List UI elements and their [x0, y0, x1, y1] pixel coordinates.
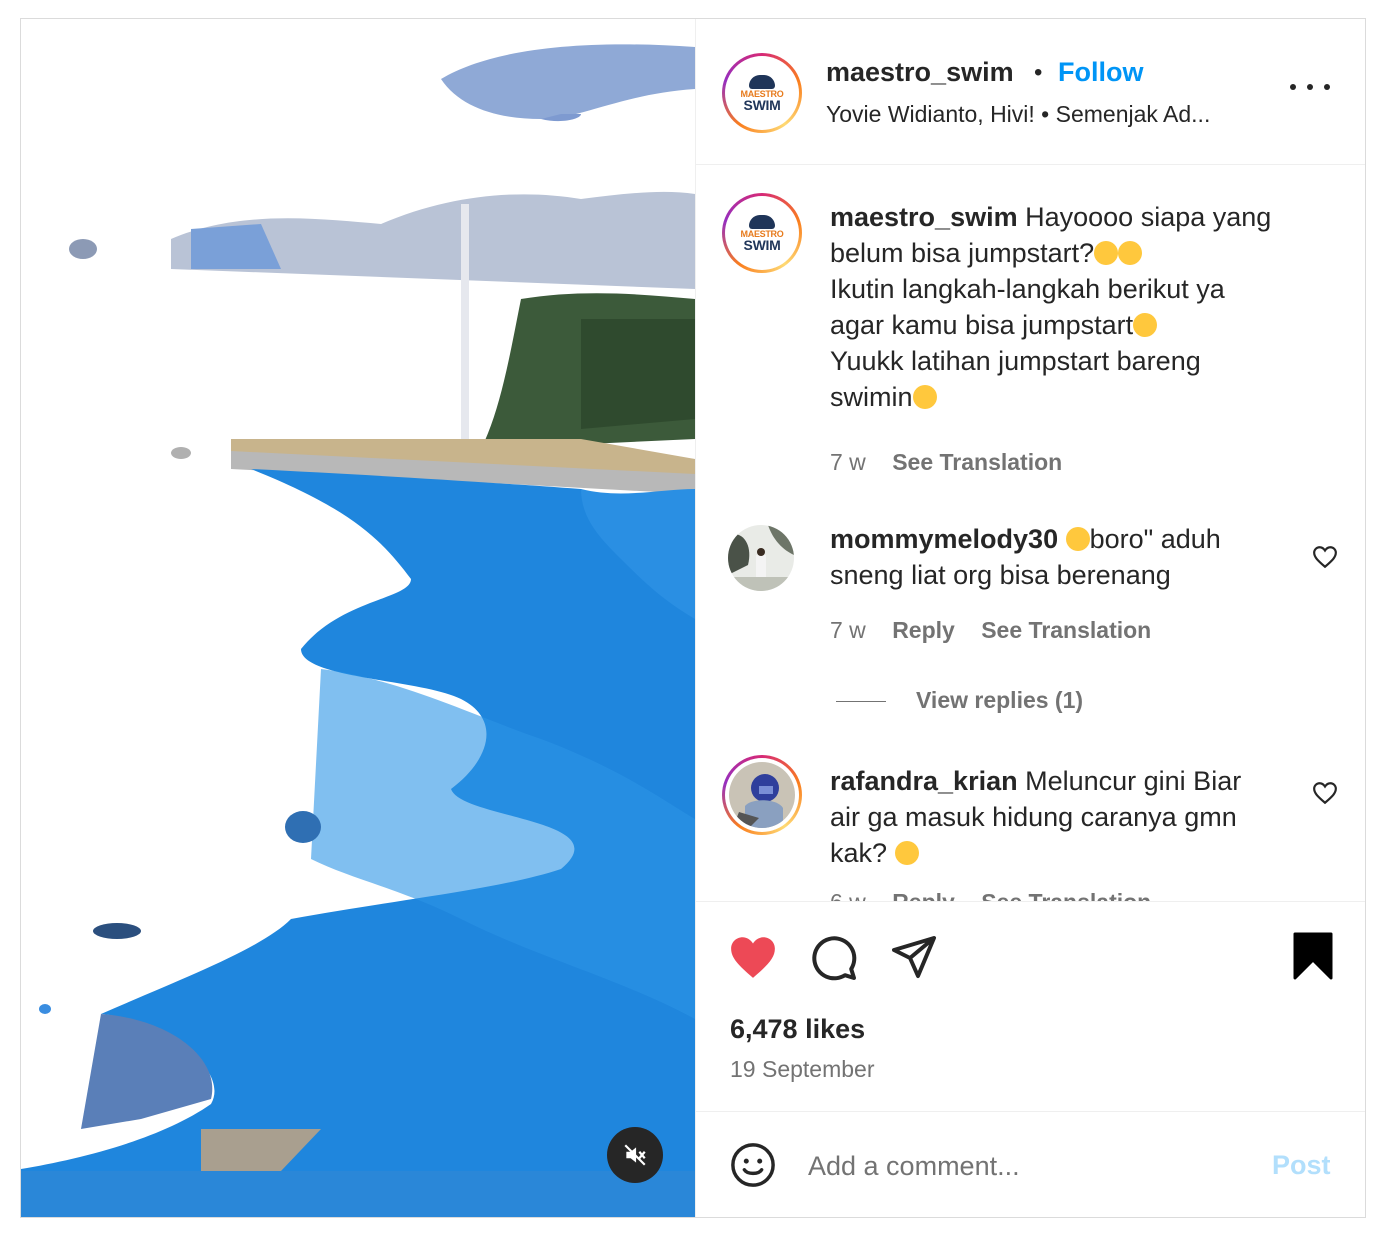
kissing-emoji-icon [1133, 313, 1158, 337]
comments-list[interactable]: MAESTRO SWIM maestro_swim Hayoooo siapa … [696, 165, 1365, 901]
see-translation-link[interactable]: See Translation [892, 449, 1062, 475]
post-actions: 6,478 likes 19 September [696, 901, 1365, 1111]
see-translation-link[interactable]: See Translation [981, 617, 1151, 643]
likes-count[interactable]: 6,478 likes [730, 1014, 865, 1045]
maestro-swim-logo: MAESTRO SWIM [729, 60, 795, 126]
post-comment-button[interactable]: Post [1272, 1150, 1331, 1181]
follow-button[interactable]: Follow [1058, 57, 1143, 88]
comment-meta: 6 w Reply See Translation [830, 889, 1171, 901]
comment-text: rafandra_krian Meluncur gini Biar air ga… [830, 766, 1242, 868]
caption-timestamp: 7 w [830, 449, 866, 475]
caption-author-avatar[interactable]: MAESTRO SWIM [722, 193, 802, 273]
commenter-avatar[interactable] [728, 525, 794, 591]
see-translation-link[interactable]: See Translation [981, 889, 1151, 901]
post-video[interactable] [21, 19, 695, 1217]
comment-icon[interactable] [810, 934, 858, 982]
weary-face-emoji-icon [894, 841, 919, 865]
caption-meta: 7 w See Translation [830, 449, 1082, 476]
heart-icon[interactable] [728, 934, 778, 980]
view-replies-button[interactable]: View replies (1) [836, 687, 1083, 714]
like-comment-heart-icon[interactable] [1312, 545, 1338, 569]
emoji-picker-icon[interactable] [730, 1142, 776, 1188]
author-username[interactable]: maestro_swim [826, 57, 1014, 88]
comment-text: mommymelody30 boro" aduh sneng liat org … [830, 524, 1221, 590]
reply-button[interactable]: Reply [892, 889, 955, 901]
like-comment-heart-icon[interactable] [1312, 781, 1338, 805]
author-avatar[interactable]: MAESTRO SWIM [722, 53, 802, 133]
post-dialog: MAESTRO SWIM maestro_swim • Follow Yovie… [20, 18, 1366, 1218]
smiling-hearts-emoji-icon [912, 385, 937, 409]
caption-text: maestro_swim Hayoooo siapa yang belum bi… [830, 202, 1272, 412]
pool-scene-image [21, 19, 695, 1217]
post-header: MAESTRO SWIM maestro_swim • Follow Yovie… [696, 19, 1365, 165]
squinting-tongue-emoji-icon [1094, 241, 1119, 265]
comment-meta: 7 w Reply See Translation [830, 617, 1171, 644]
post-date: 19 September [730, 1056, 875, 1082]
heart-eyes-emoji-icon [1065, 527, 1090, 551]
comment-timestamp: 6 w [830, 889, 866, 901]
add-comment-bar: Post [696, 1111, 1365, 1217]
squinting-tongue-emoji-icon [1118, 241, 1143, 265]
comment-timestamp: 7 w [830, 617, 866, 643]
share-icon[interactable] [890, 934, 938, 980]
speaker-muted-icon [624, 1144, 646, 1166]
more-options-icon[interactable] [1290, 75, 1330, 99]
reply-button[interactable]: Reply [892, 617, 955, 643]
separator-dot: • [1034, 59, 1043, 86]
maestro-swim-logo: MAESTRO SWIM [729, 200, 795, 266]
commenter-username[interactable]: rafandra_krian [830, 766, 1018, 796]
caption-username[interactable]: maestro_swim [830, 202, 1018, 232]
bookmark-icon[interactable] [1292, 932, 1334, 980]
mute-toggle-button[interactable] [607, 1127, 663, 1183]
post-sidebar: MAESTRO SWIM maestro_swim • Follow Yovie… [695, 19, 1365, 1217]
commenter-username[interactable]: mommymelody30 [830, 524, 1058, 554]
divider-line [836, 701, 886, 703]
comment-input[interactable] [808, 1146, 1238, 1186]
audio-track-label[interactable]: Yovie Widianto, Hivi! • Semenjak Ad... [826, 101, 1210, 128]
commenter-avatar[interactable] [722, 755, 802, 835]
